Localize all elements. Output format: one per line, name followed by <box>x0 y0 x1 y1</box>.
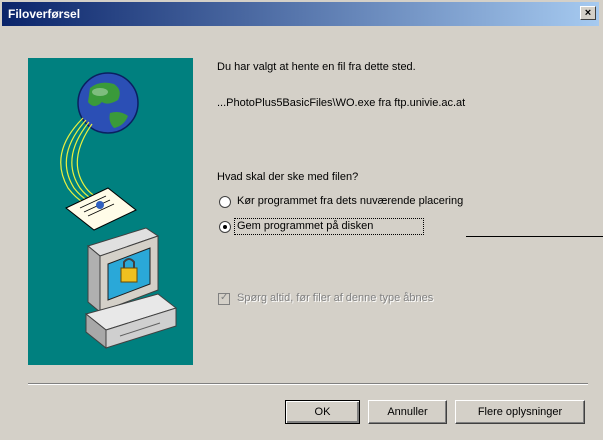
ok-button[interactable]: OK <box>285 400 360 424</box>
document-icon <box>65 187 137 231</box>
run-program-label[interactable]: Kør programmet fra dets nuværende placer… <box>237 195 463 207</box>
question-label: Hvad skal der ske med filen? <box>217 171 359 183</box>
message-line-1: Du har valgt at hente en fil fra dette s… <box>217 61 416 73</box>
download-illustration <box>28 58 193 365</box>
more-info-button[interactable]: Flere oplysninger <box>455 400 585 424</box>
save-program-label[interactable]: Gem programmet på disken <box>237 220 373 232</box>
save-program-radio[interactable] <box>219 221 231 233</box>
padlock-computer-icon <box>84 227 178 350</box>
always-ask-checkbox[interactable] <box>218 292 230 305</box>
run-program-radio[interactable] <box>219 196 231 208</box>
title-bar[interactable]: Filoverførsel × <box>2 2 599 26</box>
close-button[interactable]: × <box>580 6 596 20</box>
message-line-2: ...PhotoPlus5BasicFiles\WO.exe fra ftp.u… <box>217 97 466 109</box>
separator <box>28 383 588 385</box>
window-title: Filoverførsel <box>8 7 81 21</box>
callout-line <box>466 236 603 237</box>
file-transfer-dialog: Filoverførsel × Du har valgt at hente en… <box>0 0 603 440</box>
cancel-button[interactable]: Annuller <box>368 400 447 424</box>
always-ask-label: Spørg altid, før filer af denne type åbn… <box>237 292 434 304</box>
